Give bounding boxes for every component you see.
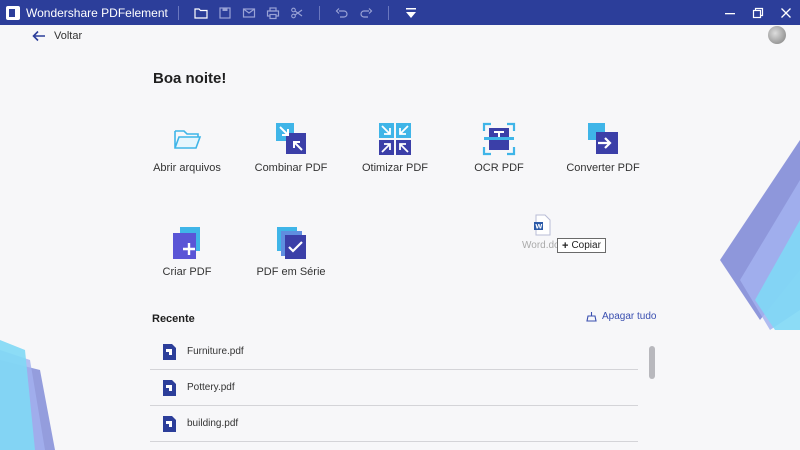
recent-scrollbar[interactable] [649,346,655,379]
toolbar-divider [318,5,320,20]
tool-label: Otimizar PDF [362,162,428,174]
copy-drop-indicator: + Copiar [557,238,606,253]
optimize-pdf-button[interactable]: Otimizar PDF [340,122,450,174]
back-label: Voltar [54,30,83,42]
window-controls [710,0,794,25]
avatar[interactable] [768,26,786,44]
plus-icon: + [562,239,569,252]
folder-icon[interactable] [194,6,208,20]
arrow-left-icon [32,30,45,42]
toolbar-divider [177,5,179,20]
tool-label: Converter PDF [566,162,640,174]
list-item[interactable]: Furniture.pdf [150,334,638,370]
pdf-file-icon [163,415,176,432]
app-logo-icon [6,5,20,20]
undo-icon[interactable] [335,6,349,20]
title-bar: Wondershare PDFelement [0,0,800,25]
tool-label: Criar PDF [162,266,212,278]
app-title: Wondershare PDFelement [26,5,168,20]
toolbar-divider [387,5,389,20]
combine-pdf-button[interactable]: Combinar PDF [236,122,346,174]
copy-label: Copiar [571,240,601,251]
greeting-heading: Boa noite! [153,70,227,87]
dropdown-menu-icon[interactable] [404,6,418,20]
decorative-shapes-right [720,140,800,330]
list-item[interactable]: building.pdf [150,406,638,442]
minimize-icon[interactable] [722,5,738,21]
share-icon[interactable] [290,6,304,20]
file-name: building.pdf [187,418,239,429]
file-name: Furniture.pdf [187,346,244,357]
combine-pdf-icon [276,123,306,154]
tool-label: PDF em Série [256,266,326,278]
pdf-file-icon [163,379,176,396]
tool-label: Combinar PDF [254,162,328,174]
open-files-button[interactable]: Abrir arquivos [132,122,242,174]
pdf-file-icon [163,343,176,360]
create-pdf-button[interactable]: Criar PDF [132,226,242,278]
ocr-pdf-button[interactable]: OCR PDF [444,122,554,174]
optimize-pdf-icon [379,123,411,155]
clear-all-button[interactable]: Apagar tudo [586,311,657,322]
word-file-icon: W [534,214,551,236]
svg-text:W: W [535,223,542,231]
dragged-file-name: Word.do [522,240,560,251]
clear-all-label: Apagar tudo [602,311,657,322]
file-name: Pottery.pdf [187,382,235,393]
close-icon[interactable] [778,5,794,21]
broom-icon [586,312,597,322]
open-folder-icon [174,130,202,149]
mail-icon[interactable] [242,6,256,20]
list-item[interactable]: Pottery.pdf [150,370,638,406]
recent-files-list: Furniture.pdf Pottery.pdf building.pdf [150,334,638,442]
recent-heading: Recente [152,313,195,325]
print-icon[interactable] [266,6,280,20]
batch-pdf-button[interactable]: PDF em Série [236,226,346,278]
convert-pdf-button[interactable]: Converter PDF [548,122,658,174]
create-pdf-icon [173,227,200,259]
convert-pdf-icon [588,123,618,154]
ocr-pdf-icon [482,122,516,156]
tool-label: OCR PDF [474,162,524,174]
restore-icon[interactable] [750,5,766,21]
tool-label: Abrir arquivos [153,162,221,174]
back-button[interactable]: Voltar [32,30,82,42]
batch-pdf-icon [277,227,306,259]
save-icon[interactable] [218,6,232,20]
decorative-shapes-left [0,340,55,450]
redo-icon[interactable] [359,6,373,20]
